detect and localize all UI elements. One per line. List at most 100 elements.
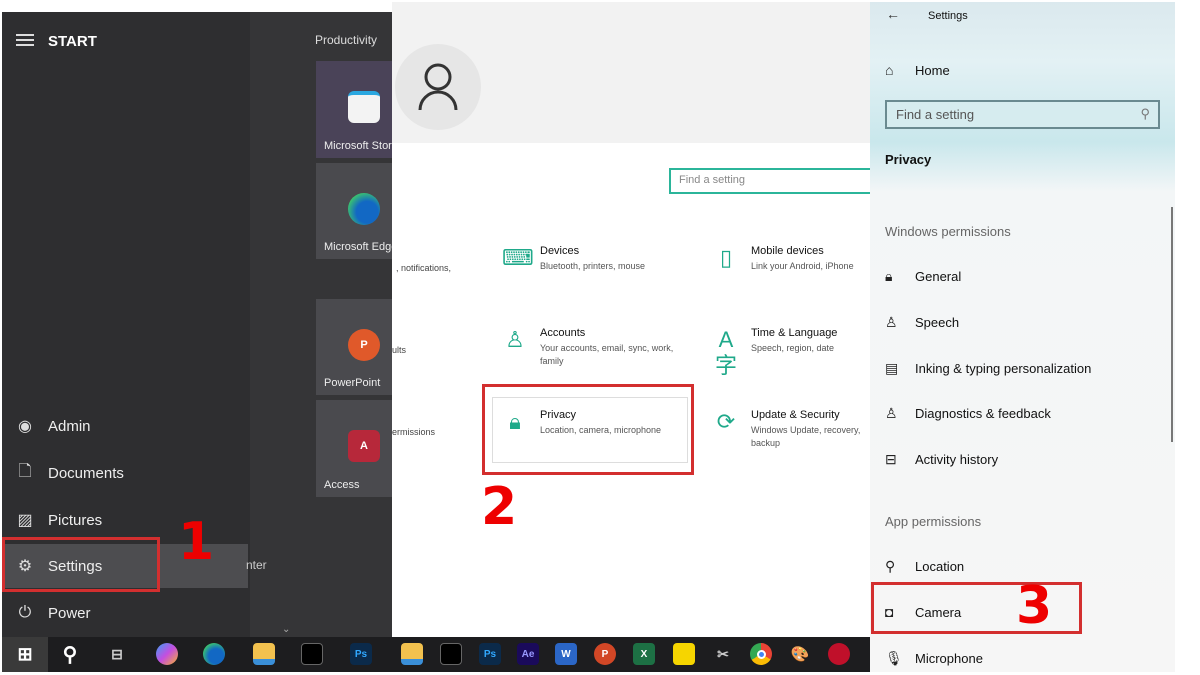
photoshop-icon[interactable]: Ps <box>350 643 372 665</box>
nav-label: Diagnostics & feedback <box>915 406 1051 421</box>
picture-icon: ▨ <box>17 512 33 529</box>
item-label: Power <box>48 604 91 622</box>
search-icon: ⚲ <box>1140 106 1150 121</box>
section-title: Privacy <box>885 152 932 167</box>
phone-icon: ▯ <box>719 245 733 270</box>
nav-label: General <box>915 269 962 284</box>
sticky-notes-icon[interactable] <box>673 643 695 665</box>
app-permissions-heading: App permissions <box>885 514 982 529</box>
category-title: Accounts <box>540 327 586 339</box>
app-icon[interactable] <box>828 643 850 665</box>
category-desc: Bluetooth, printers, mouse <box>540 261 646 271</box>
category-title: Update & Security <box>751 409 840 421</box>
chevron-down-icon[interactable]: ⌄ <box>282 624 290 635</box>
person-icon <box>418 63 458 111</box>
nav-label: Speech <box>915 315 960 330</box>
start-item-power[interactable]: ⏻ Power <box>2 591 248 635</box>
start-item-admin[interactable]: ◉ Admin <box>2 404 248 448</box>
search-icon[interactable]: ⚲ <box>59 643 81 666</box>
terminal-icon[interactable] <box>440 643 462 665</box>
item-label: Pictures <box>48 511 103 529</box>
tile-group-label: Productivity <box>315 33 378 47</box>
tile-label: PowerPoint <box>324 377 381 389</box>
file-explorer-icon[interactable] <box>253 643 275 665</box>
activity-history-icon: ⊟ <box>885 451 897 467</box>
lock-icon: 🔒︎ <box>885 268 893 284</box>
partial-text: nter <box>246 558 267 572</box>
powerpoint-icon[interactable]: P <box>594 643 616 665</box>
paint-icon[interactable]: 🎨 <box>789 643 811 665</box>
speech-icon: ♙ <box>885 314 898 330</box>
start-item-documents[interactable]: 🗋 Documents <box>2 451 248 495</box>
item-label: Documents <box>48 464 124 482</box>
document-icon: 🗋 <box>18 462 32 480</box>
after-effects-icon[interactable]: Ae <box>517 643 539 665</box>
search-placeholder: Find a setting <box>896 107 975 122</box>
tile-microsoft-store[interactable]: Microsoft Store <box>316 61 394 158</box>
search-input[interactable]: Find a setting <box>669 168 879 194</box>
nav-activity-history[interactable]: ⊟ Activity history <box>885 451 998 468</box>
scrollbar[interactable] <box>1171 207 1173 442</box>
excel-icon[interactable]: X <box>633 643 655 665</box>
category-title: Devices <box>540 245 580 257</box>
nav-diagnostics-feedback[interactable]: ♙ Diagnostics & feedback <box>885 405 1051 422</box>
category-title: Time & Language <box>751 327 838 339</box>
category-title: Mobile devices <box>751 245 824 257</box>
chrome-icon[interactable] <box>750 643 772 665</box>
category-desc: Link your Android, iPhone <box>751 261 854 271</box>
partial-text: ults <box>392 345 407 355</box>
power-icon: ⏻ <box>18 604 32 621</box>
start-title: START <box>48 33 97 50</box>
tile-powerpoint[interactable]: P PowerPoint <box>316 299 394 395</box>
nav-label: Activity history <box>915 452 999 467</box>
category-desc: Speech, region, date <box>751 343 835 353</box>
word-icon[interactable]: W <box>555 643 577 665</box>
task-view-icon[interactable]: ⊟ <box>106 643 128 665</box>
home-icon: ⌂ <box>885 62 894 78</box>
nav-label: Location <box>915 559 965 574</box>
photoshop-icon[interactable]: Ps <box>479 643 501 665</box>
highlight-box-step-1 <box>2 537 160 592</box>
terminal-icon[interactable] <box>301 643 323 665</box>
powerpoint-icon: P <box>348 329 380 361</box>
nav-inking-typing[interactable]: ▤ Inking & typing personalization <box>885 360 1091 377</box>
microphone-icon: 🎙︎ <box>885 650 903 666</box>
nav-general[interactable]: 🔒︎ General <box>885 268 961 285</box>
nav-label: Microphone <box>915 651 983 666</box>
privacy-settings-panel: ← Settings ⌂ Home Find a setting ⚲ Privacy… <box>870 2 1175 672</box>
partial-text: ermissions <box>392 427 436 437</box>
file-explorer-icon[interactable] <box>401 643 423 665</box>
tile-label: Microsoft Store <box>324 140 394 152</box>
back-arrow-icon[interactable]: ← <box>886 6 900 22</box>
time-language-icon: A字 <box>714 327 737 378</box>
partial-text: , notifications, <box>396 263 452 273</box>
tile-label: Access <box>324 479 360 491</box>
nav-label: Inking & typing personalization <box>915 361 1092 376</box>
nav-label: Home <box>915 62 950 78</box>
settings-home-window: Find a setting , notifications, ults erm… <box>392 2 879 637</box>
find-setting-input[interactable]: Find a setting ⚲ <box>885 100 1160 129</box>
snipping-tool-icon[interactable]: ✂ <box>712 643 734 665</box>
step-number-2: 2 <box>481 477 518 537</box>
nav-home[interactable]: ⌂ Home <box>885 62 950 78</box>
edge-icon[interactable] <box>203 643 225 665</box>
category-desc: Your accounts, email, sync, work, family <box>540 343 674 366</box>
nav-microphone[interactable]: 🎙︎ Microphone <box>885 650 983 667</box>
hamburger-menu-icon[interactable] <box>16 34 34 46</box>
window-title: Settings <box>928 10 968 22</box>
step-number-1: 1 <box>178 512 215 572</box>
tile-microsoft-edge[interactable]: Microsoft Edge <box>316 163 394 259</box>
copilot-icon[interactable] <box>156 643 178 665</box>
tile-access[interactable]: A Access <box>316 400 394 497</box>
edge-icon <box>348 193 380 225</box>
item-label: Admin <box>48 417 91 435</box>
nav-speech[interactable]: ♙ Speech <box>885 314 959 331</box>
windows-start-icon[interactable]: ⊞ <box>2 637 48 672</box>
devices-icon: ⌨ <box>502 245 534 270</box>
category-desc: Windows Update, recovery, backup <box>751 425 861 448</box>
windows-permissions-heading: Windows permissions <box>885 224 1011 239</box>
person-icon: ♙ <box>505 327 525 352</box>
avatar[interactable] <box>395 44 481 130</box>
nav-location[interactable]: ⚲ Location <box>885 558 964 575</box>
access-icon: A <box>348 430 380 462</box>
